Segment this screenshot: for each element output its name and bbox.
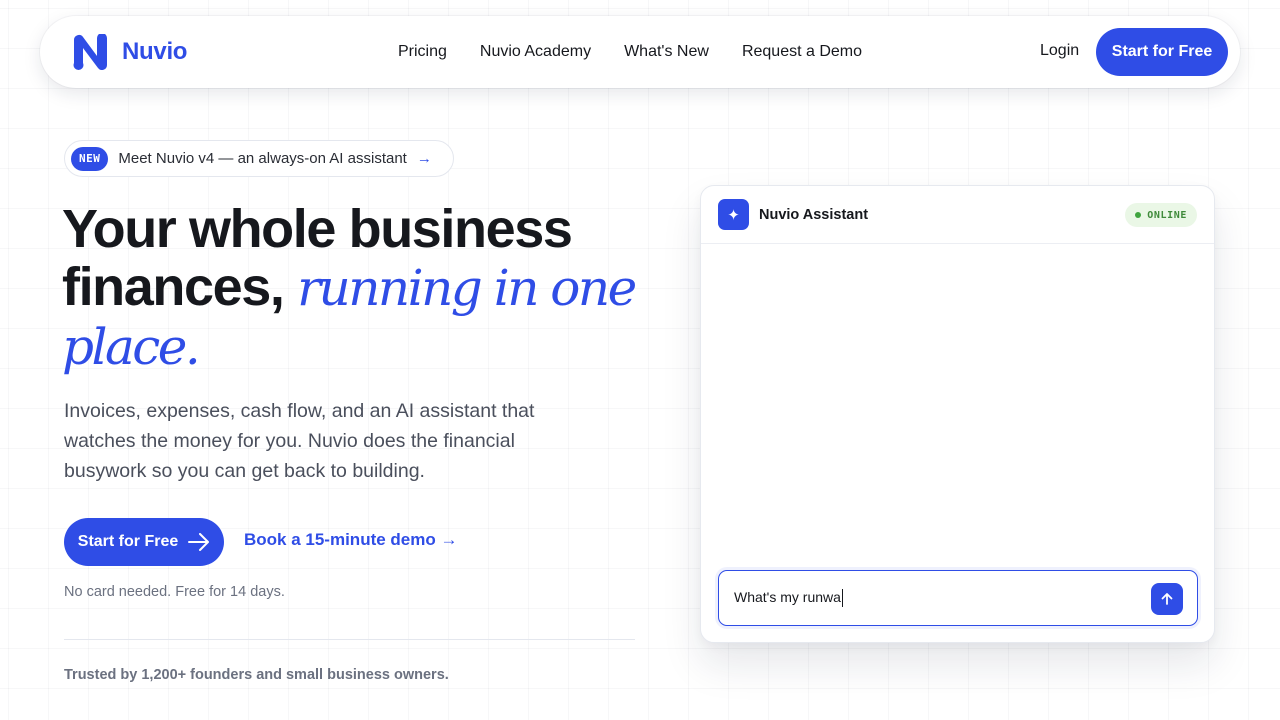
text-caret (841, 589, 844, 608)
hero-subtext: Invoices, expenses, cash flow, and an AI… (64, 400, 535, 482)
divider (64, 639, 635, 640)
fine-print: No card needed. Free for 14 days. (64, 584, 285, 600)
assistant-input-value: What's my runwa (734, 589, 844, 608)
assistant-input[interactable]: What's my runwa (718, 570, 1198, 626)
status-text: ONLINE (1147, 209, 1187, 221)
arrow-right-icon (188, 533, 210, 551)
nav-link-request-demo[interactable]: Request a Demo (742, 43, 862, 61)
nav-link-pricing[interactable]: Pricing (398, 43, 447, 61)
status-dot-icon (1135, 212, 1142, 218)
brand-logo[interactable]: Nuvio (72, 34, 187, 70)
assistant-header: ✦ Nuvio Assistant ONLINE (701, 186, 1214, 244)
nav-link-whats-new[interactable]: What's New (624, 43, 709, 61)
book-demo-link[interactable]: Book a 15-minute demo → (244, 530, 457, 550)
assistant-title: Nuvio Assistant (759, 206, 869, 223)
new-badge: NEW (71, 146, 109, 171)
start-free-label: Start for Free (77, 533, 179, 550)
status-badge: ONLINE (1125, 203, 1197, 227)
nav-link-academy[interactable]: Nuvio Academy (480, 43, 591, 61)
nav-links: Pricing Nuvio Academy What's New Request… (398, 16, 862, 88)
brand-name: Nuvio (122, 38, 188, 65)
announcement-text: Meet Nuvio v4 — an always-on AI assistan… (118, 150, 407, 167)
login-link[interactable]: Login (1040, 42, 1079, 60)
announcement-pill[interactable]: NEW Meet Nuvio v4 — an always-on AI assi… (64, 140, 454, 177)
hero-headline: Your whole business finances, running in… (62, 200, 662, 376)
send-button[interactable] (1151, 583, 1183, 615)
nav-start-free-button[interactable]: Start for Free (1096, 28, 1228, 76)
assistant-card: ✦ Nuvio Assistant ONLINE What's my runwa (700, 185, 1215, 643)
sparkle-icon: ✦ (718, 199, 749, 230)
top-nav: Nuvio Pricing Nuvio Academy What's New R… (40, 16, 1240, 88)
n-logo-icon (73, 34, 107, 70)
trusted-by-text: Trusted by 1,200+ founders and small bus… (64, 667, 449, 683)
arrow-right-icon: → (416, 150, 432, 167)
start-free-button[interactable]: Start for Free (64, 518, 224, 566)
arrow-up-icon (1161, 593, 1173, 605)
